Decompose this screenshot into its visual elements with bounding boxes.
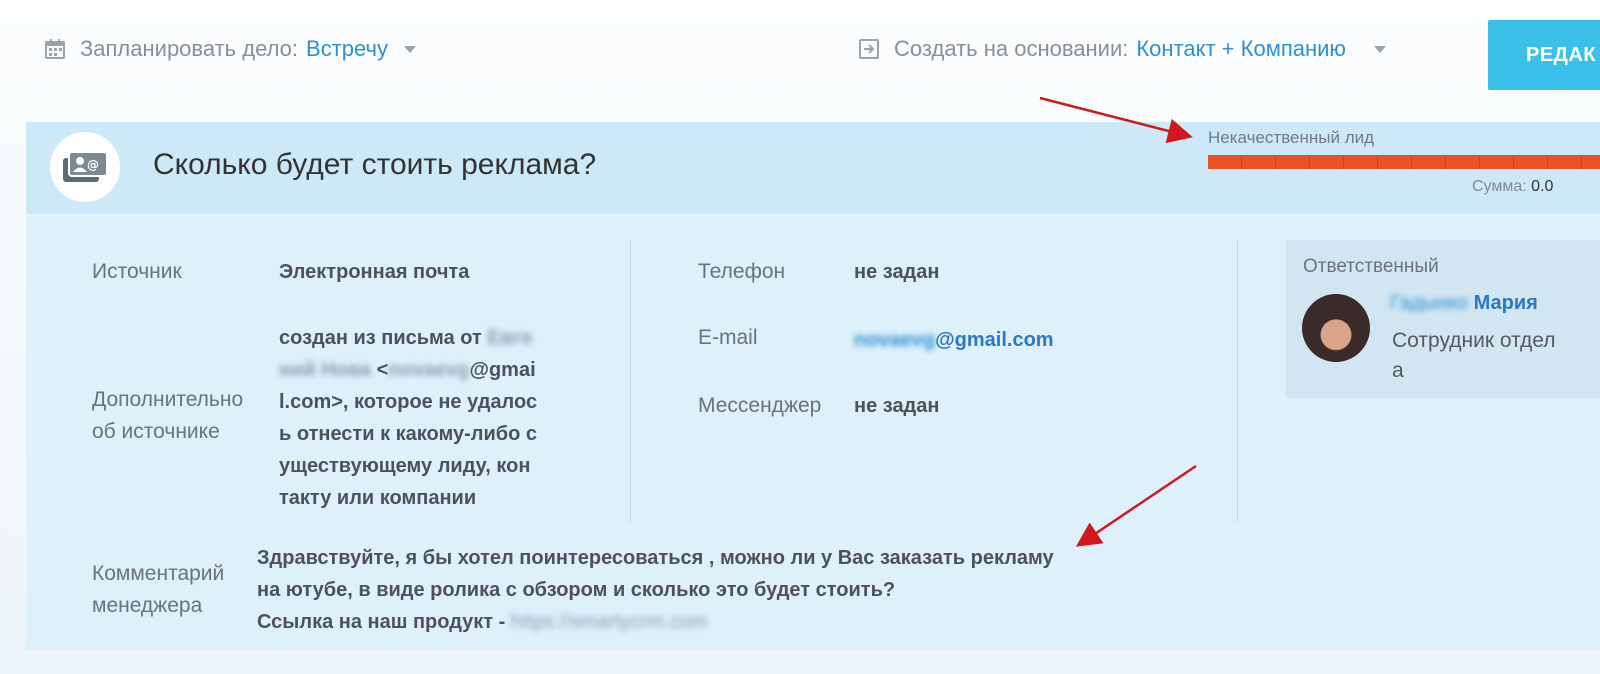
annotation-arrow <box>1039 96 1193 144</box>
annotation-arrows <box>1039 96 1197 547</box>
annotation-arrow <box>1075 464 1197 547</box>
